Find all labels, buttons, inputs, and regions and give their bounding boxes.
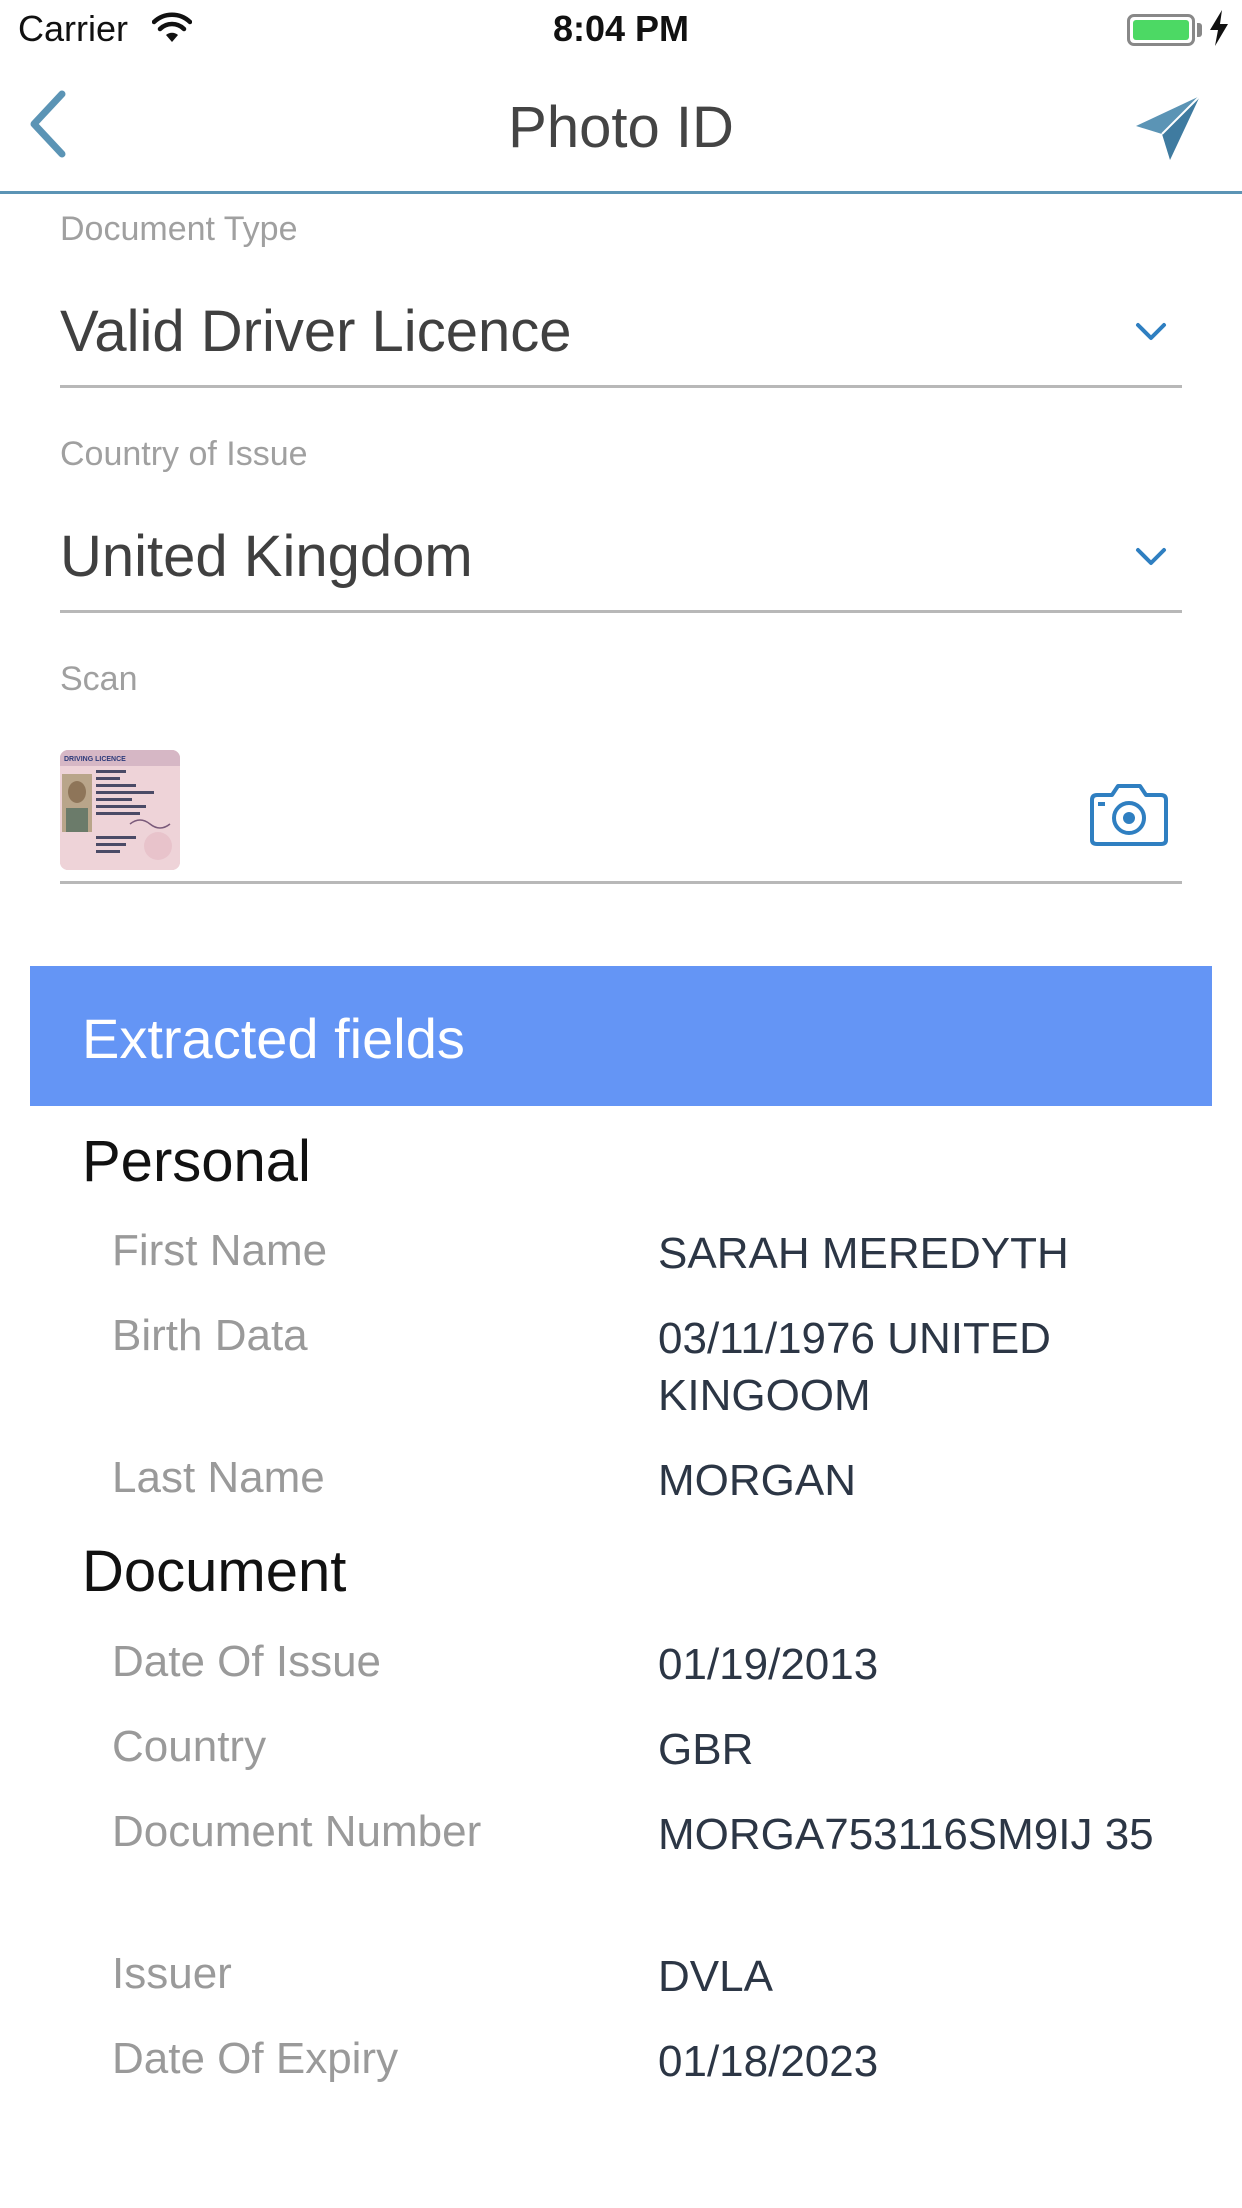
scan-thumbnail[interactable]: DRIVING LICENCE <box>60 750 180 870</box>
country-of-issue-label: Country of Issue <box>60 435 308 473</box>
chevron-down-icon <box>1136 548 1166 565</box>
date-of-issue-label: Date Of Issue <box>112 1637 382 1686</box>
battery-tip <box>1197 23 1202 37</box>
first-name-label: First Name <box>112 1226 328 1275</box>
issuer-value: DVLA <box>658 1952 773 2001</box>
country-label: Country <box>112 1722 267 1771</box>
last-name-label: Last Name <box>112 1453 325 1502</box>
licence-header-text: DRIVING LICENCE <box>64 756 126 763</box>
paper-plane-icon[interactable] <box>1132 92 1204 164</box>
section-title-document: Document <box>82 1539 347 1604</box>
status-bar: Carrier 8:04 PM <box>0 0 1242 62</box>
last-name-value: MORGAN <box>658 1456 856 1505</box>
issuer-label: Issuer <box>112 1949 232 1998</box>
driving-licence-image: DRIVING LICENCE <box>60 750 180 870</box>
country-of-issue-value: United Kingdom <box>60 524 473 589</box>
battery-level-fill <box>1133 20 1189 40</box>
document-type-value: Valid Driver Licence <box>60 299 572 364</box>
section-title-personal: Personal <box>82 1129 311 1194</box>
camera-icon[interactable] <box>1088 782 1170 848</box>
date-of-expiry-label: Date Of Expiry <box>112 2034 399 2083</box>
chevron-down-icon <box>1136 323 1166 340</box>
first-name-value: SARAH MEREDYTH <box>658 1229 1069 1278</box>
extracted-fields-header: Extracted fields <box>30 966 1212 1106</box>
date-of-expiry-value: 01/18/2023 <box>658 2037 879 2086</box>
birth-data-label: Birth Data <box>112 1311 308 1360</box>
country-value: GBR <box>658 1725 754 1774</box>
document-number-label: Document Number <box>112 1807 482 1856</box>
clock-time: 8:04 PM <box>552 8 690 49</box>
navigation-bar: Photo ID <box>0 62 1242 194</box>
charging-bolt-icon <box>1210 10 1228 46</box>
country-of-issue-select[interactable]: United Kingdom <box>60 503 1182 613</box>
battery-icon <box>1127 14 1195 46</box>
scan-label: Scan <box>60 660 138 698</box>
extracted-fields-title: Extracted fields <box>82 1007 465 1070</box>
document-number-value: MORGA753116SM9IJ 35 <box>658 1810 1154 1859</box>
document-type-label: Document Type <box>60 210 298 248</box>
page-title: Photo ID <box>508 95 734 160</box>
scan-row: DRIVING LICENCE <box>60 740 1182 884</box>
date-of-issue-value: 01/19/2013 <box>658 1640 879 1689</box>
birth-data-value: 03/11/1976 UNITED KINGOOM <box>658 1314 1051 1420</box>
document-type-select[interactable]: Valid Driver Licence <box>60 278 1182 388</box>
